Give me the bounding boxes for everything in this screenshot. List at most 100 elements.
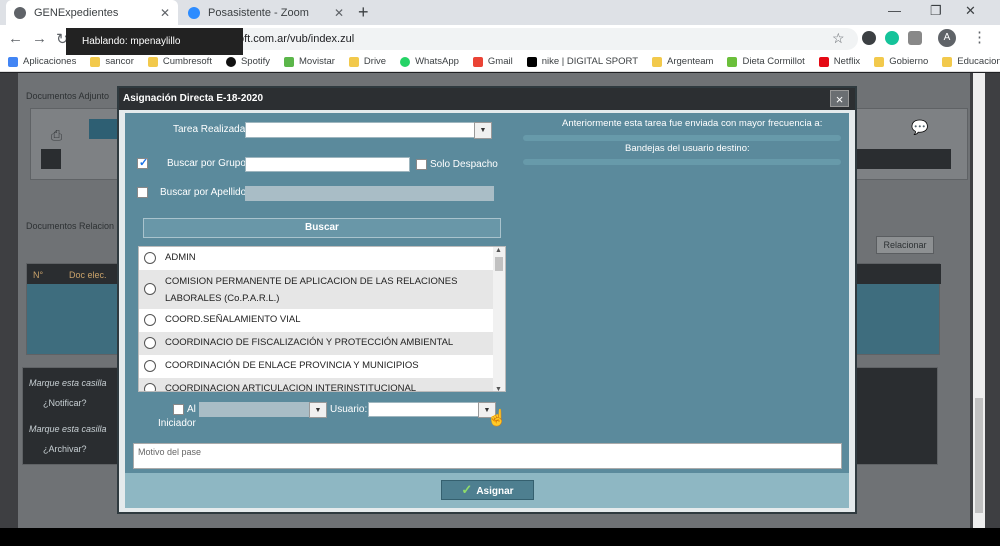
list-scrollbar[interactable]: ▲ ▼ bbox=[493, 247, 505, 391]
bookmark-apps[interactable]: Aplicaciones bbox=[8, 56, 76, 67]
tab-block bbox=[89, 119, 119, 139]
tarea-select[interactable] bbox=[245, 122, 477, 138]
folder-icon bbox=[348, 56, 359, 67]
bookmark[interactable]: Spotify bbox=[225, 56, 270, 67]
grupo-input[interactable] bbox=[245, 157, 410, 172]
minimize-button[interactable]: — bbox=[888, 3, 901, 18]
radio[interactable] bbox=[144, 283, 156, 295]
radio[interactable] bbox=[144, 337, 156, 349]
list-item[interactable]: COORDINACIÓN DE ENLACE PROVINCIA Y MUNIC… bbox=[139, 355, 493, 378]
grupo-checkbox[interactable] bbox=[137, 156, 148, 169]
radio[interactable] bbox=[144, 314, 156, 326]
col-doc: Doc elec. bbox=[69, 270, 107, 280]
list-item[interactable]: COORD.SEÑALAMIENTO VIAL bbox=[139, 309, 493, 332]
forward-icon[interactable]: → bbox=[32, 30, 47, 47]
chevron-down-icon[interactable]: ▼ bbox=[309, 402, 327, 418]
browser-tab-bar: GENExpedientes ✕ Posasistente - Zoom ✕ +… bbox=[0, 0, 1000, 25]
usuario-select[interactable] bbox=[368, 402, 480, 417]
buscar-button[interactable]: Buscar bbox=[143, 218, 501, 238]
netflix-icon bbox=[818, 56, 829, 67]
al-iniciador-checkbox[interactable] bbox=[173, 404, 184, 415]
speaking-tooltip: Hablando: mpenaylillo bbox=[66, 28, 243, 55]
ds-icon bbox=[526, 56, 537, 67]
modal-footer: ✓ Asignar bbox=[125, 473, 849, 508]
extension-icon[interactable] bbox=[908, 31, 922, 45]
scroll-thumb[interactable] bbox=[975, 398, 983, 513]
bookmark[interactable]: WhatsApp bbox=[400, 56, 459, 67]
asignar-button[interactable]: ✓ Asignar bbox=[441, 480, 534, 500]
close-icon[interactable]: ✕ bbox=[334, 6, 344, 20]
placeholder-bar bbox=[523, 159, 841, 165]
bookmark[interactable]: Educacion bbox=[942, 56, 1000, 67]
bookmark[interactable]: Movistar bbox=[284, 56, 335, 67]
bookmarks-bar: Aplicaciones sancor Cumbresoft Spotify M… bbox=[0, 52, 1000, 72]
bookmark[interactable]: Argenteam bbox=[652, 56, 713, 67]
list-item[interactable]: COMISION PERMANENTE DE APLICACION DE LAS… bbox=[139, 270, 493, 309]
list-item[interactable]: COORDINACION ARTICULACION INTERINSTITUCI… bbox=[139, 378, 493, 391]
scroll-up-icon[interactable]: ▲ bbox=[495, 247, 502, 254]
list-item[interactable]: ADMIN bbox=[139, 247, 493, 270]
usuario-label: Usuario: bbox=[330, 404, 368, 415]
close-icon[interactable]: ✕ bbox=[160, 6, 170, 20]
frecuencia-info: Anteriormente esta tarea fue enviada con… bbox=[562, 118, 823, 129]
extension-icon[interactable] bbox=[862, 31, 876, 45]
apellido-checkbox[interactable] bbox=[137, 187, 148, 198]
new-tab-button[interactable]: + bbox=[358, 2, 369, 23]
radio[interactable] bbox=[144, 360, 156, 372]
bottom-bar bbox=[0, 528, 1000, 546]
group-list: ADMIN COMISION PERMANENTE DE APLICACION … bbox=[138, 246, 506, 392]
col-n: N° bbox=[33, 270, 44, 280]
radio[interactable] bbox=[144, 383, 156, 391]
back-icon[interactable]: ← bbox=[8, 30, 23, 47]
bookmark[interactable]: Gmail bbox=[472, 56, 513, 67]
notificar-label: ¿Notificar? bbox=[43, 398, 87, 408]
asignacion-modal: Asignación Directa E-18-2020 × Tarea Rea… bbox=[117, 86, 857, 514]
apellido-input[interactable] bbox=[245, 186, 494, 201]
avatar[interactable]: A bbox=[938, 29, 956, 47]
placeholder-bar bbox=[523, 135, 841, 141]
bookmark[interactable]: Netflix bbox=[818, 56, 860, 67]
maximize-button[interactable]: ❐ bbox=[930, 3, 942, 19]
scroll-thumb[interactable] bbox=[495, 257, 503, 271]
modal-close-button[interactable]: × bbox=[830, 90, 849, 107]
folder-icon bbox=[147, 56, 158, 67]
relacionar-button[interactable]: Relacionar bbox=[876, 236, 934, 254]
gmail-icon bbox=[472, 56, 483, 67]
apellido-label: Buscar por Apellido: bbox=[160, 187, 249, 198]
bookmark[interactable]: nike | DIGITAL SPORT bbox=[526, 56, 638, 67]
tab-genexpedientes[interactable]: GENExpedientes ✕ bbox=[6, 0, 178, 25]
radio[interactable] bbox=[144, 252, 156, 264]
scroll-down-icon[interactable]: ▼ bbox=[495, 386, 502, 391]
window-close-button[interactable]: ✕ bbox=[965, 3, 976, 19]
whatsapp-icon bbox=[400, 56, 411, 67]
solo-despacho-checkbox[interactable] bbox=[416, 159, 427, 170]
chat-icon: 💬 bbox=[911, 119, 929, 135]
bookmark[interactable]: Dieta Cormillot bbox=[727, 56, 805, 67]
bookmark[interactable]: Drive bbox=[348, 56, 386, 67]
bookmark[interactable]: Gobierno bbox=[874, 56, 928, 67]
motivo-textarea[interactable]: Motivo del pase bbox=[133, 443, 842, 469]
grammarly-icon[interactable] bbox=[885, 31, 899, 45]
iniciador-label: Iniciador bbox=[158, 418, 196, 429]
folder-icon bbox=[874, 56, 885, 67]
movistar-icon bbox=[284, 56, 295, 67]
page-scrollbar[interactable] bbox=[973, 73, 985, 528]
dieta-icon bbox=[727, 56, 738, 67]
iniciador-select[interactable] bbox=[199, 402, 309, 417]
star-icon[interactable]: ☆ bbox=[832, 30, 845, 47]
bookmark[interactable]: sancor bbox=[90, 56, 134, 67]
al-label: Al bbox=[187, 404, 196, 415]
bookmark[interactable]: Cumbresoft bbox=[147, 56, 212, 67]
asignar-label: Asignar bbox=[476, 486, 514, 497]
folder-icon bbox=[942, 56, 953, 67]
tab-title: GENExpedientes bbox=[34, 6, 119, 19]
chevron-down-icon[interactable]: ▼ bbox=[474, 122, 492, 139]
solo-despacho-label: Solo Despacho bbox=[430, 159, 498, 170]
tab-title: Posasistente - Zoom bbox=[208, 6, 309, 19]
tab-zoom[interactable]: Posasistente - Zoom ✕ bbox=[180, 0, 352, 25]
menu-icon[interactable]: ⋮ bbox=[972, 28, 987, 46]
printer-icon: ⎙ bbox=[51, 127, 63, 143]
list-item[interactable]: COORDINACIO DE FISCALIZACIÓN Y PROTECCIÓ… bbox=[139, 332, 493, 355]
tarea-label: Tarea Realizada: bbox=[173, 124, 249, 135]
docs-relacionados-label: Documentos Relacion bbox=[26, 221, 115, 231]
